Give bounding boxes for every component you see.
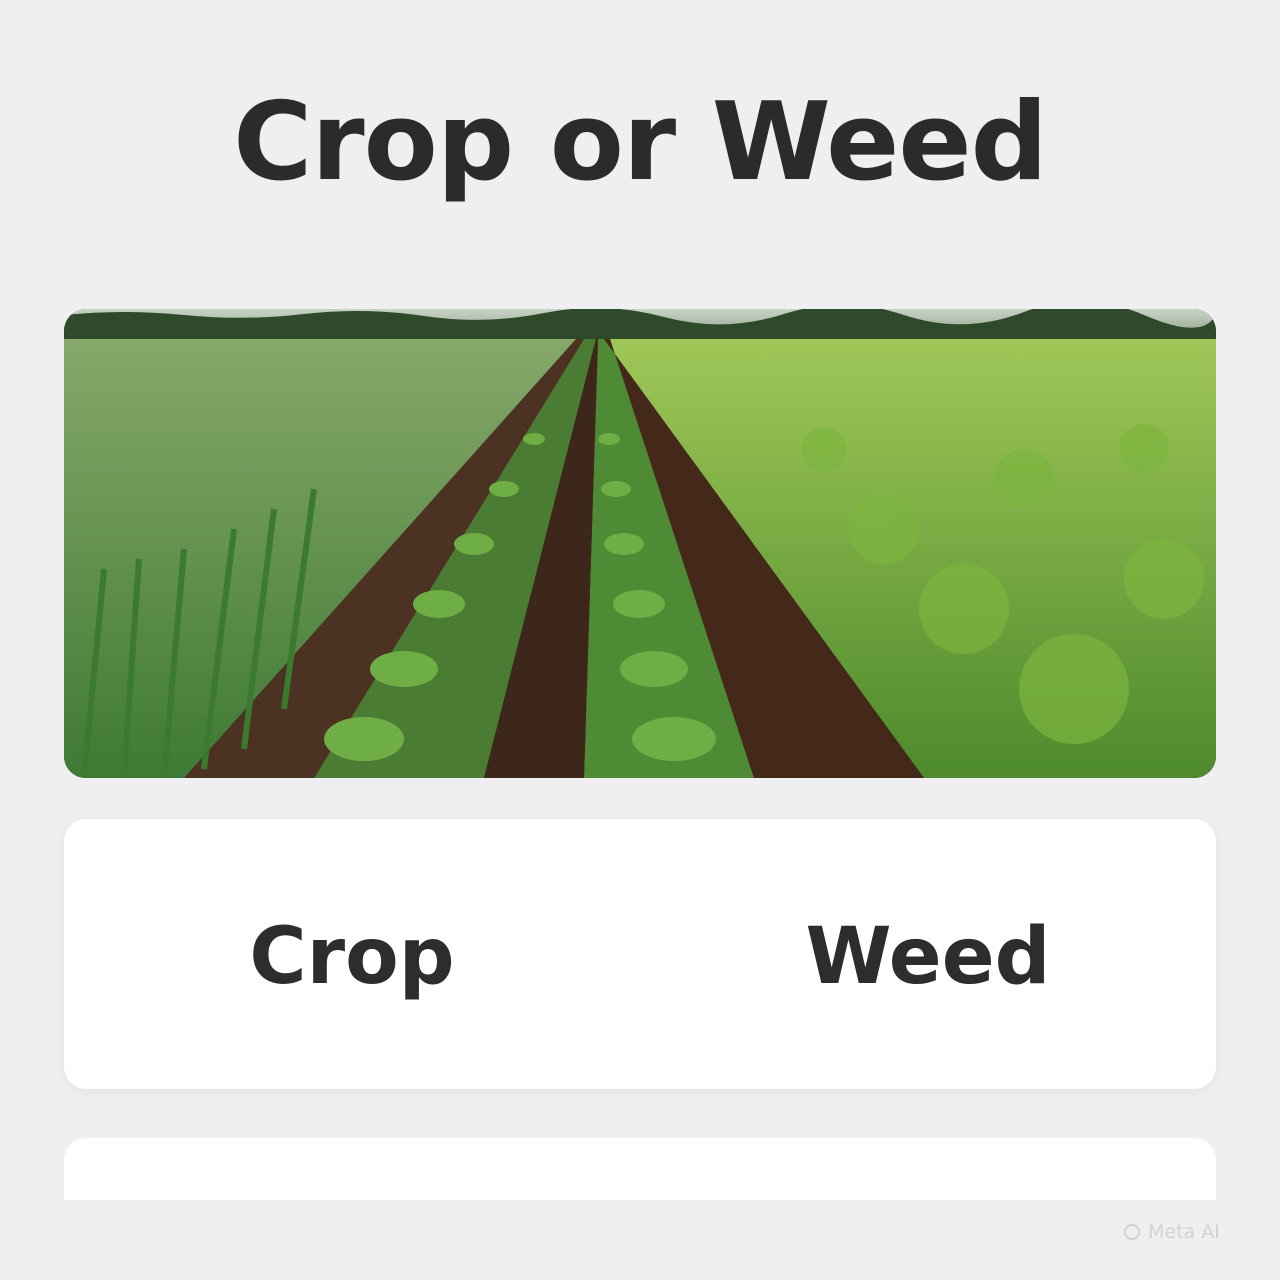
- answer-card: Crop Weed: [64, 819, 1216, 1089]
- next-card: [64, 1138, 1216, 1200]
- page-title: Crop or Weed: [233, 80, 1048, 205]
- weed-button[interactable]: Weed: [640, 907, 1216, 1007]
- crop-button[interactable]: Crop: [64, 907, 640, 1007]
- meta-ai-icon: [1124, 1224, 1140, 1240]
- field-photo-image: [64, 309, 1216, 778]
- field-photo: [64, 309, 1216, 778]
- watermark: Meta AI: [1124, 1218, 1220, 1246]
- watermark-label: Meta AI: [1148, 1221, 1220, 1243]
